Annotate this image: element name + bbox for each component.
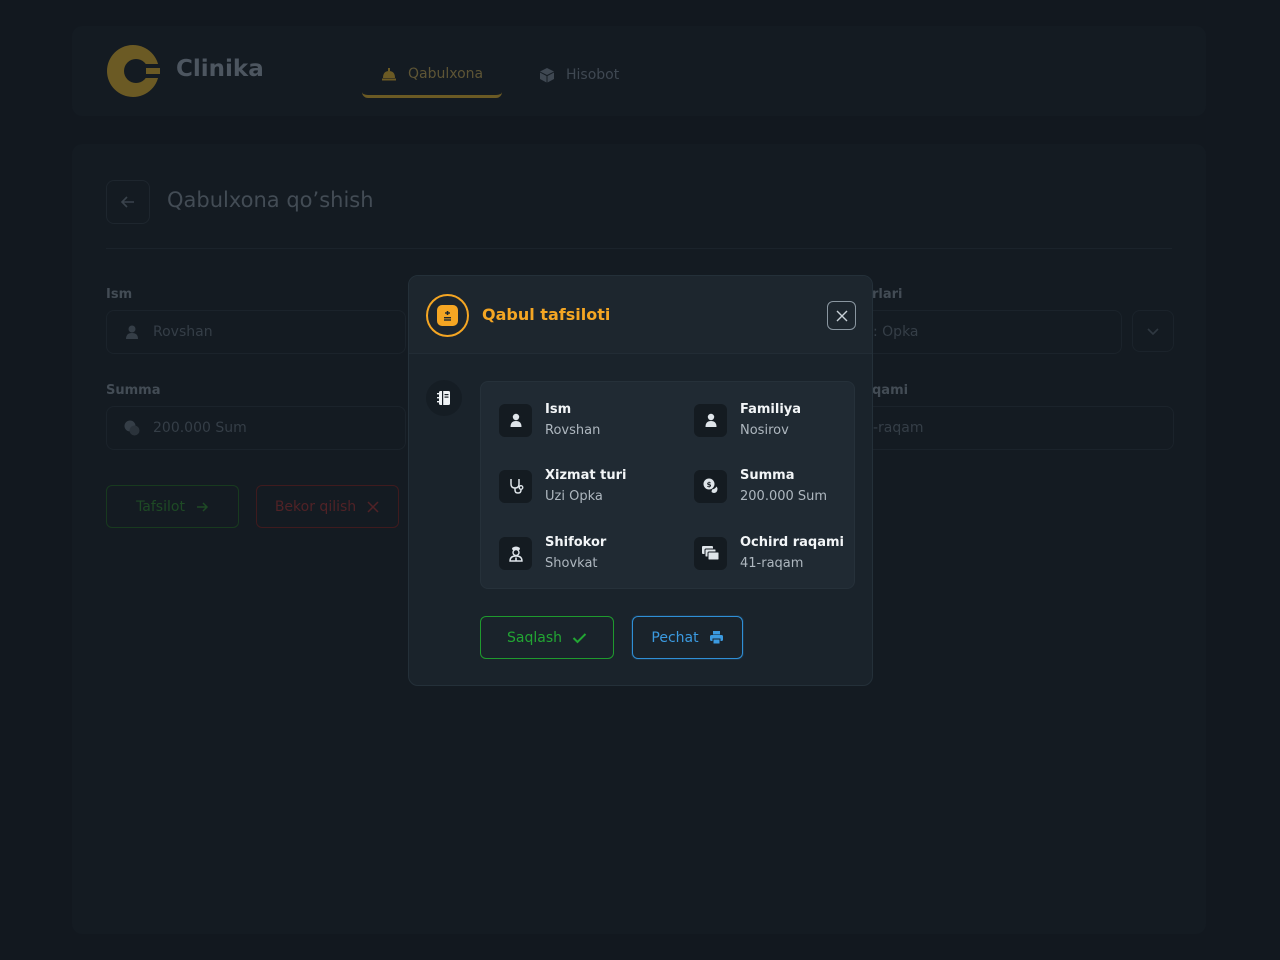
close-icon (836, 310, 847, 321)
summa-label: Summa (106, 383, 161, 398)
detail-label: Ochird raqami (740, 535, 844, 550)
detail-shifokor: Shifokor Shovkat (499, 535, 606, 571)
detail-label: Xizmat turi (545, 468, 627, 483)
saqlash-button-label: Saqlash (507, 629, 562, 646)
clinika-logo-icon (107, 45, 160, 97)
ism-label: Ism (106, 287, 133, 302)
modal-header: Qabul tafsiloti (409, 276, 872, 354)
queue-cards-icon (694, 536, 727, 570)
ochird-input-value: -raqam (873, 420, 924, 436)
arrow-right-icon (196, 501, 208, 512)
clipboard-icon (437, 305, 458, 326)
printer-icon (709, 631, 723, 645)
nav-tab-label: Qabulxona (408, 65, 484, 82)
ochird-label: qami (872, 383, 909, 398)
tafsilot-button-label: Tafsilot (136, 498, 185, 515)
detail-ochird-raqami: Ochird raqami 41-raqam (694, 535, 844, 571)
nav-tab-hisobot[interactable]: Hisobot (520, 52, 637, 98)
box-icon (540, 68, 554, 83)
coins-icon (124, 420, 140, 436)
tafsilot-button[interactable]: Tafsilot (106, 485, 239, 528)
page-title: Qabulxona qo’shish (167, 188, 374, 212)
detail-familiya: Familiya Nosirov (694, 402, 801, 438)
xizmat-select[interactable]: : Opka (852, 310, 1122, 354)
arrow-left-icon (120, 196, 134, 208)
user-icon (499, 403, 532, 437)
detail-label: Summa (740, 468, 795, 483)
check-icon (572, 632, 587, 643)
chevron-down-icon (1147, 328, 1159, 336)
doctor-icon (499, 536, 532, 570)
app-header: Clinika Qabulxona Hisobot (72, 26, 1206, 116)
close-icon (367, 500, 379, 513)
detail-value: 200.000 Sum (740, 489, 828, 504)
summa-input[interactable]: 200.000 Sum (106, 406, 406, 450)
back-button[interactable] (106, 180, 150, 224)
bekor-qilish-button-label: Bekor qilish (274, 498, 357, 515)
summa-input-value: 200.000 Sum (153, 420, 247, 436)
user-icon (694, 403, 727, 437)
qabul-tafsiloti-modal: Qabul tafsiloti Ism Rovshan Familiya Nos… (408, 275, 873, 686)
modal-close-button[interactable] (827, 301, 856, 330)
ism-input-value: Rovshan (153, 324, 213, 340)
brand-name: Clinika (176, 56, 264, 82)
detail-label: Familiya (740, 402, 802, 417)
divider (106, 248, 1172, 249)
ism-input[interactable]: Rovshan (106, 310, 406, 354)
bekor-qilish-button[interactable]: Bekor qilish (256, 485, 399, 528)
xizmat-label: rlari (872, 287, 903, 302)
saqlash-button[interactable]: Saqlash (480, 616, 614, 659)
stethoscope-icon (499, 469, 532, 503)
detail-ism: Ism Rovshan (499, 402, 600, 438)
detail-value: Shovkat (545, 556, 598, 571)
detail-value: Uzi Opka (545, 489, 603, 504)
notebook-icon (426, 380, 462, 416)
detail-xizmat-turi: Xizmat turi Uzi Opka (499, 468, 626, 504)
coins-icon: $ (694, 469, 727, 503)
modal-badge (426, 294, 469, 337)
xizmat-select-value: : Opka (873, 324, 919, 340)
detail-label: Ism (545, 402, 572, 417)
detail-value: Nosirov (740, 423, 789, 438)
reception-bell-icon (382, 67, 396, 80)
user-icon (126, 325, 138, 339)
ochird-input[interactable]: -raqam (852, 406, 1174, 450)
detail-summa: $ Summa 200.000 Sum (694, 468, 827, 504)
nav-tab-qabulxona[interactable]: Qabulxona (362, 52, 502, 98)
modal-title: Qabul tafsiloti (482, 305, 611, 324)
pechat-button-label: Pechat (651, 629, 699, 646)
details-card: Ism Rovshan Familiya Nosirov Xizmat turi… (480, 381, 855, 589)
detail-value: Rovshan (545, 423, 601, 438)
pechat-button[interactable]: Pechat (632, 616, 743, 659)
svg-text:$: $ (706, 481, 711, 489)
detail-value: 41-raqam (740, 556, 804, 571)
select-dropdown-button[interactable] (1132, 310, 1174, 352)
nav-tab-label: Hisobot (566, 67, 620, 83)
detail-label: Shifokor (545, 535, 607, 550)
